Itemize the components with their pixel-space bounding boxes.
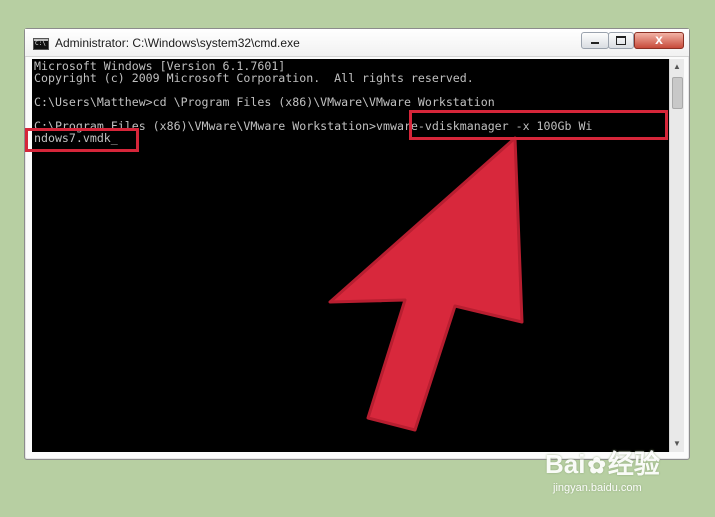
baidu-watermark: Bai✿经验 jingyan.baidu.com: [545, 444, 705, 504]
watermark-url: jingyan.baidu.com: [553, 482, 642, 494]
baidu-logo: Bai✿经验: [545, 449, 660, 479]
red-arrow-icon: [328, 136, 524, 432]
paw-icon: ✿: [587, 453, 606, 478]
command-highlight-box: [409, 110, 668, 140]
filename-highlight-box: [25, 128, 139, 152]
